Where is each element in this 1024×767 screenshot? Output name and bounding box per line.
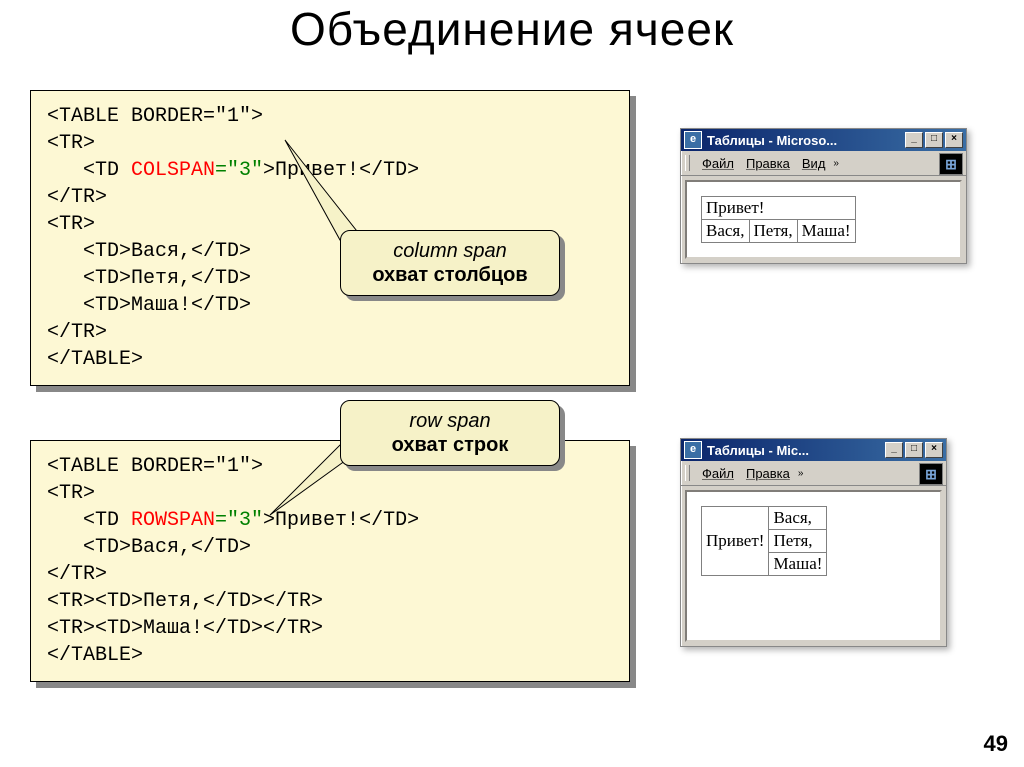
code-block-rowspan: <TABLE BORDER="1"> <TR> <TD ROWSPAN="3">…	[30, 440, 630, 682]
browser-client-area: Привет! Вася, Петя, Маша!	[685, 180, 962, 259]
callout-line1: column span	[393, 240, 506, 262]
table-cell: Маша!	[797, 220, 855, 243]
rendered-table: Привет! Вася, Петя, Маша!	[701, 506, 827, 576]
menu-edit[interactable]: Правка	[740, 156, 796, 171]
code-panel: <TABLE BORDER="1"> <TR> <TD ROWSPAN="3">…	[30, 440, 630, 682]
menu-view[interactable]: Вид	[796, 156, 832, 171]
callout-line1: row span	[409, 410, 490, 432]
chevron-more-icon[interactable]: »	[798, 468, 804, 479]
table-cell: Петя,	[769, 530, 827, 553]
toolbar-grip	[685, 465, 690, 481]
ie-icon: e	[684, 131, 702, 149]
close-button[interactable]: ×	[925, 442, 943, 458]
menu-bar: Файл Правка » ⊞	[681, 461, 946, 486]
menu-file[interactable]: Файл	[696, 466, 740, 481]
callout-line2: охват столбцов	[372, 264, 527, 286]
toolbar-grip	[685, 155, 690, 171]
minimize-button[interactable]: _	[885, 442, 903, 458]
browser-window-rowspan: e Таблицы - Mic... _ □ × Файл Правка » ⊞…	[680, 438, 947, 647]
menu-edit[interactable]: Правка	[740, 466, 796, 481]
menu-file[interactable]: Файл	[696, 156, 740, 171]
callout-line2: охват строк	[392, 434, 509, 456]
close-button[interactable]: ×	[945, 132, 963, 148]
table-cell: Привет!	[702, 507, 769, 576]
table-cell: Вася,	[702, 220, 750, 243]
minimize-button[interactable]: _	[905, 132, 923, 148]
window-title: Таблицы - Microso...	[707, 133, 905, 148]
window-title: Таблицы - Mic...	[707, 443, 885, 458]
callout-box: row span охват строк	[340, 400, 560, 466]
callout-box: column span охват столбцов	[340, 230, 560, 296]
window-titlebar: e Таблицы - Mic... _ □ ×	[681, 439, 946, 461]
table-cell: Привет!	[702, 197, 856, 220]
throbber-icon: ⊞	[939, 153, 963, 175]
page-number: 49	[984, 731, 1008, 757]
rendered-table: Привет! Вася, Петя, Маша!	[701, 196, 856, 243]
maximize-button[interactable]: □	[905, 442, 923, 458]
browser-window-colspan: e Таблицы - Microso... _ □ × Файл Правка…	[680, 128, 967, 264]
menu-bar: Файл Правка Вид » ⊞	[681, 151, 966, 176]
table-cell: Петя,	[749, 220, 797, 243]
table-cell: Вася,	[769, 507, 827, 530]
slide-title: Объединение ячеек	[0, 2, 1024, 56]
browser-client-area: Привет! Вася, Петя, Маша!	[685, 490, 942, 642]
table-cell: Маша!	[769, 553, 827, 576]
throbber-icon: ⊞	[919, 463, 943, 485]
window-titlebar: e Таблицы - Microso... _ □ ×	[681, 129, 966, 151]
chevron-more-icon[interactable]: »	[833, 158, 839, 169]
callout-column-span: column span охват столбцов	[340, 230, 560, 296]
callout-row-span: row span охват строк	[340, 400, 560, 466]
ie-icon: e	[684, 441, 702, 459]
maximize-button[interactable]: □	[925, 132, 943, 148]
